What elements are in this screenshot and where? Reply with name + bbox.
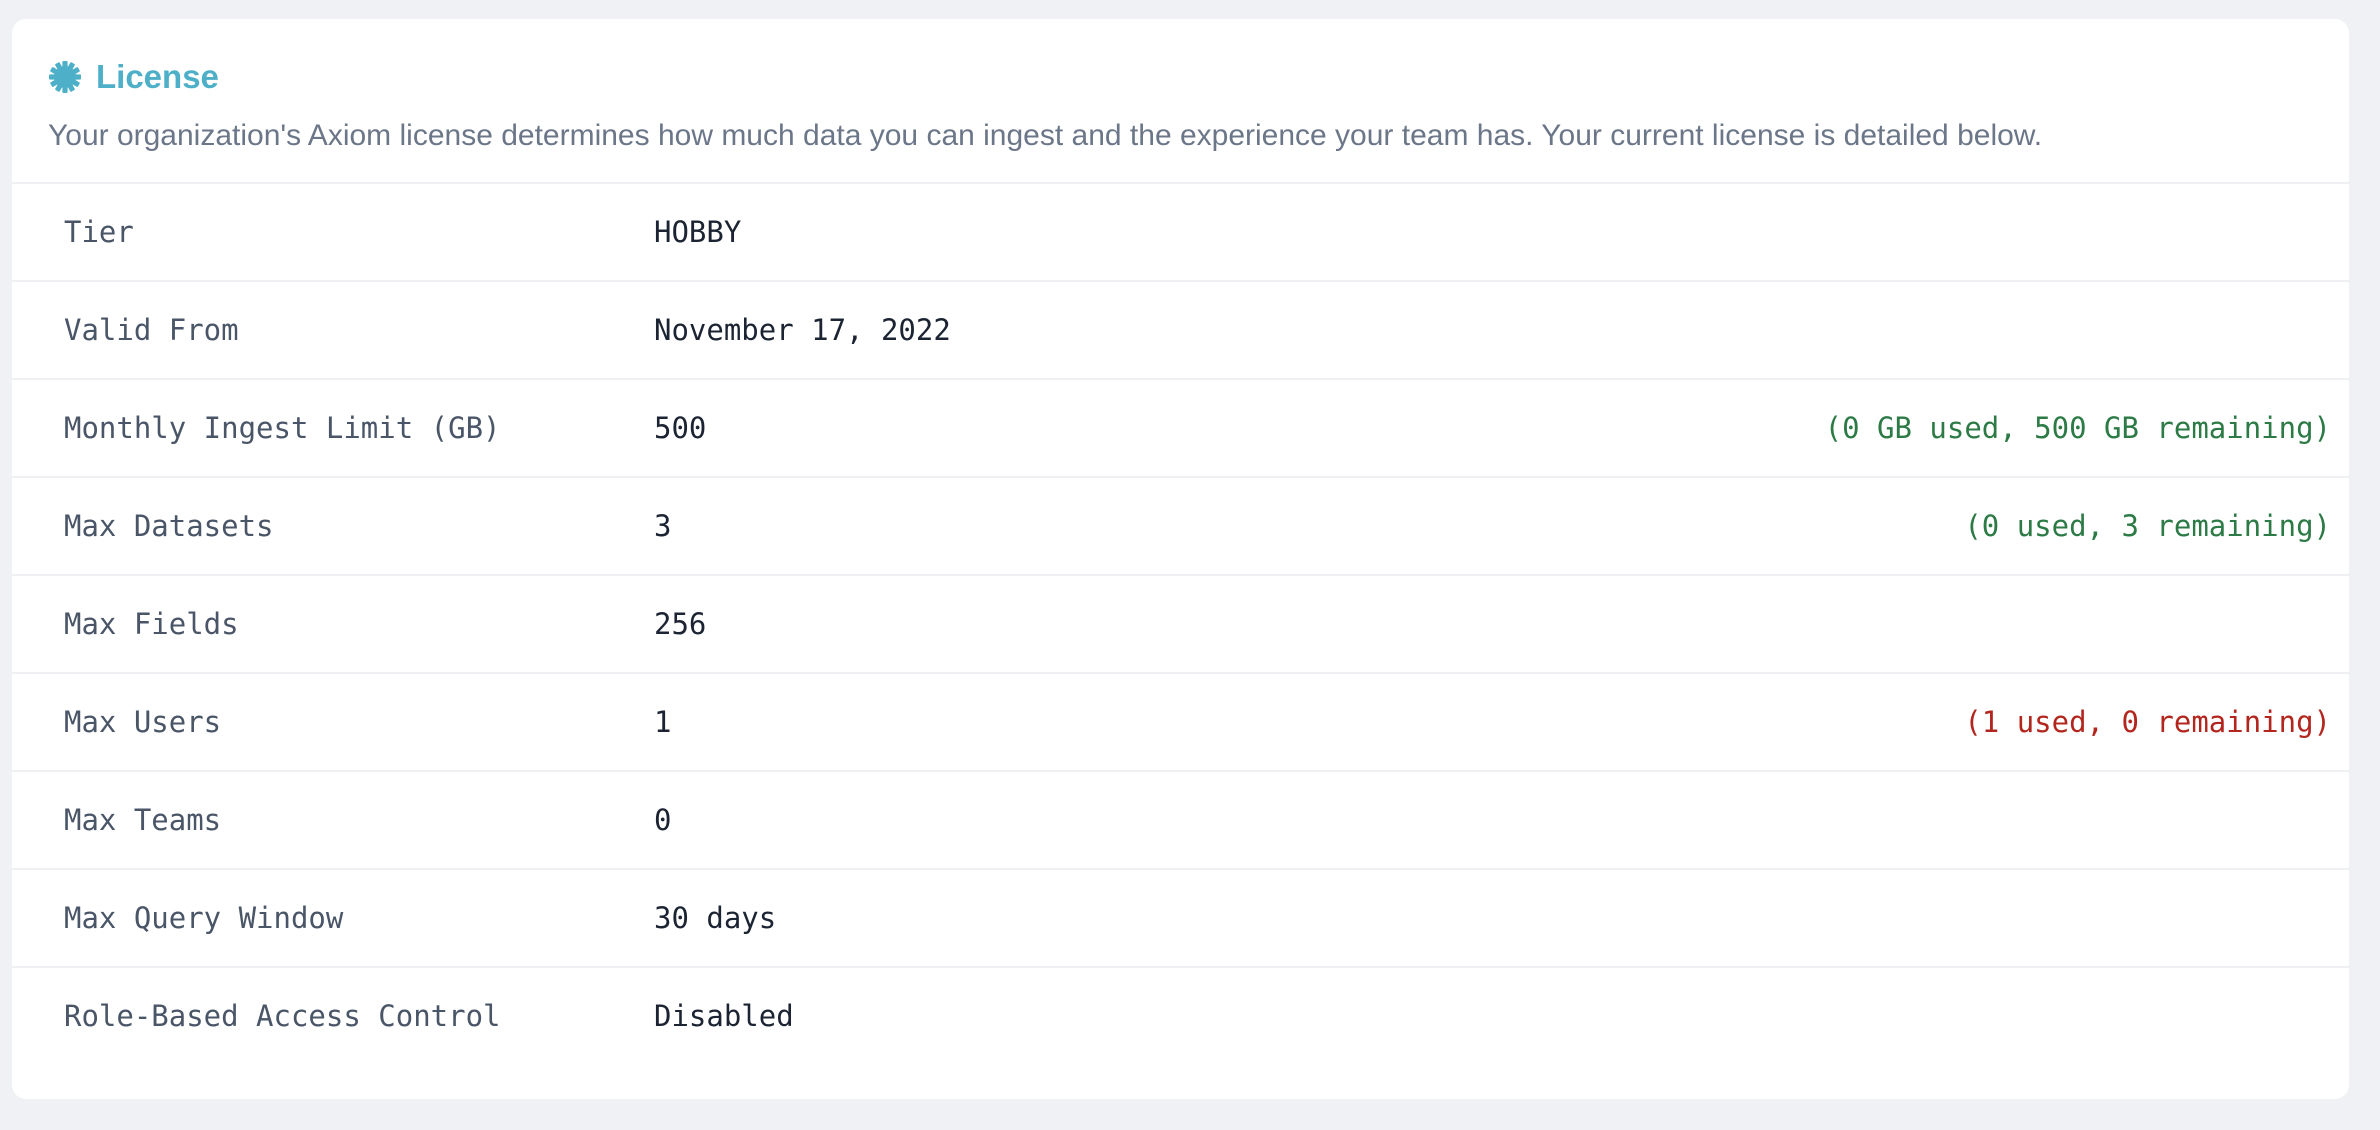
license-row-valid-from: Valid From November 17, 2022 [12,282,2349,380]
license-row-max-datasets: Max Datasets 3 (0 used, 3 remaining) [12,478,2349,576]
license-row-monthly-ingest-limit: Monthly Ingest Limit (GB) 500 (0 GB used… [12,380,2349,478]
usage-status: (1 used, 0 remaining) [1964,705,2331,739]
usage-status: (0 used, 3 remaining) [1964,509,2331,543]
row-label: Monthly Ingest Limit (GB) [64,411,501,445]
row-value: Disabled [654,999,794,1033]
row-label: Role-Based Access Control [64,999,501,1033]
row-value: 256 [654,607,707,641]
badge-icon [48,60,82,94]
license-title-row: License [48,57,2313,97]
row-value: 500 [654,411,707,445]
row-value: 1 [654,705,672,739]
license-details-table: Tier HOBBY Valid From November 17, 2022 … [12,184,2349,1066]
license-card: License Your organization's Axiom licens… [12,19,2349,1099]
license-header: License Your organization's Axiom licens… [12,19,2349,184]
row-label: Max Teams [64,803,222,837]
row-label: Max Query Window [64,901,344,935]
license-row-max-query-window: Max Query Window 30 days [12,870,2349,968]
row-value: 30 days [654,901,777,935]
row-label: Max Fields [64,607,239,641]
usage-status: (0 GB used, 500 GB remaining) [1824,411,2331,445]
row-value: 0 [654,803,672,837]
license-row-rbac: Role-Based Access Control Disabled [12,968,2349,1066]
row-value: November 17, 2022 [654,313,951,347]
license-row-max-teams: Max Teams 0 [12,772,2349,870]
license-row-tier: Tier HOBBY [12,184,2349,282]
row-label: Max Users [64,705,222,739]
license-row-max-users: Max Users 1 (1 used, 0 remaining) [12,674,2349,772]
row-value: HOBBY [654,215,742,249]
row-label: Valid From [64,313,239,347]
page-title: License [96,58,219,95]
row-value: 3 [654,509,672,543]
row-label: Max Datasets [64,509,274,543]
license-row-max-fields: Max Fields 256 [12,576,2349,674]
row-label: Tier [64,215,134,249]
license-description: Your organization's Axiom license determ… [48,119,2043,152]
